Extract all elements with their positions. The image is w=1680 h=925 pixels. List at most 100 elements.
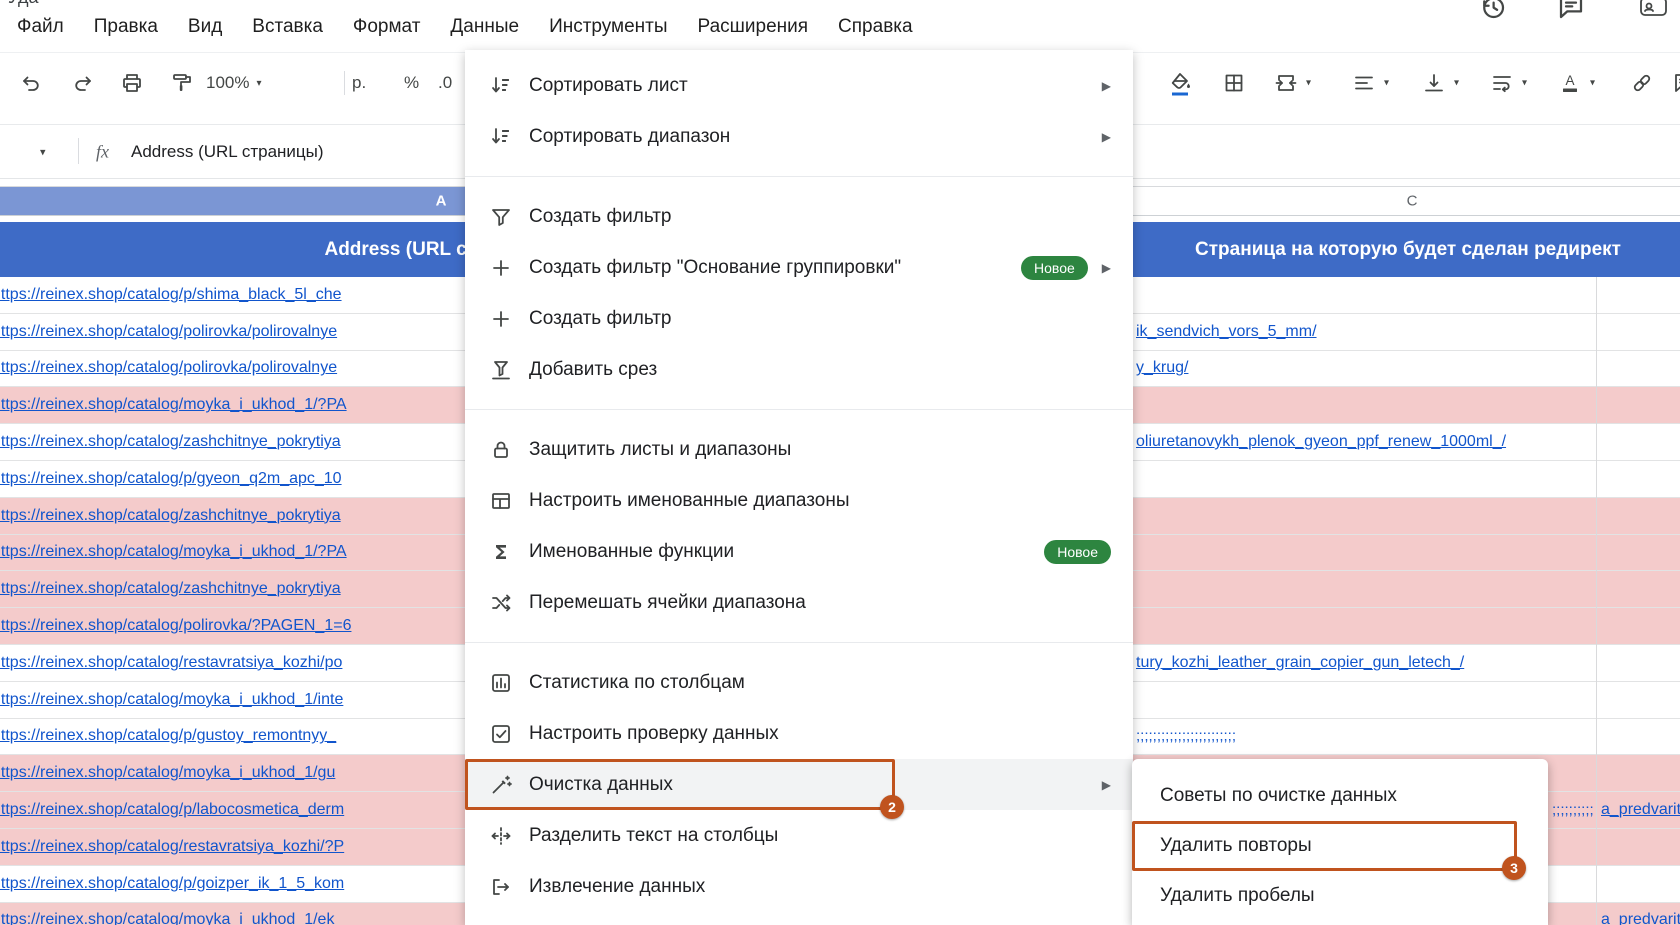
menu-item[interactable]: Защитить листы и диапазоны xyxy=(465,424,1133,475)
version-history-icon[interactable] xyxy=(1478,0,1514,28)
undo-icon[interactable] xyxy=(12,63,52,103)
menubar-item-5[interactable]: Данные xyxy=(435,8,534,46)
plus-icon xyxy=(489,256,515,280)
menu-divider xyxy=(465,642,1133,643)
menu-item[interactable]: Создать фильтр xyxy=(465,191,1133,242)
menu-item[interactable]: Сортировать лист ▶ xyxy=(465,60,1133,111)
zoom-value: 100% xyxy=(206,73,250,92)
redirect-cell[interactable]: ;;;;;;;;;; xyxy=(1552,802,1594,819)
redirect-cell[interactable]: ik_sendvich_vors_5_mm/ xyxy=(1136,323,1317,341)
menu-item[interactable]: Настроить именованные диапазоны xyxy=(465,475,1133,526)
svg-text:A: A xyxy=(1565,73,1574,88)
new-badge: Новое xyxy=(1021,255,1088,280)
submenu-arrow-icon: ▶ xyxy=(1101,777,1111,792)
menu-item[interactable]: Создать фильтр "Основание группировки" Но… xyxy=(465,242,1133,293)
url-cell-link[interactable]: https://reinex.shop/catalog/moyka_i_ukho… xyxy=(0,543,347,561)
menubar-item-4[interactable]: Формат xyxy=(338,8,436,46)
menu-item[interactable]: Разделить текст на столбцы xyxy=(465,810,1133,861)
url-cell-link[interactable]: https://reinex.shop/catalog/zashchitnye_… xyxy=(0,433,341,451)
menu-item[interactable]: Статистика по столбцам xyxy=(465,657,1133,708)
halign-caret-icon[interactable]: ▾ xyxy=(1384,78,1389,89)
borders-icon[interactable] xyxy=(1214,63,1254,103)
url-cell-link[interactable]: https://reinex.shop/catalog/restavratsiy… xyxy=(0,654,342,672)
valign-caret-icon[interactable]: ▾ xyxy=(1454,78,1459,89)
decrease-decimal-button[interactable]: .0 xyxy=(438,63,452,103)
submenu-item[interactable]: Удалить пробелы xyxy=(1132,871,1548,921)
menu-item[interactable]: Перемешать ячейки диапазона xyxy=(465,577,1133,628)
horizontal-align-icon[interactable] xyxy=(1344,63,1384,103)
redirect-cell[interactable]: oliuretanovykh_plenok_gyeon_ppf_renew_10… xyxy=(1136,433,1506,451)
url-cell-link[interactable]: https://reinex.shop/catalog/p/gyeon_q2m_… xyxy=(0,470,342,488)
url-cell-link[interactable]: https://reinex.shop/catalog/moyka_i_ukho… xyxy=(0,691,343,709)
vertical-align-icon[interactable] xyxy=(1414,63,1454,103)
url-cell-link[interactable]: https://reinex.shop/catalog/moyka_i_ukho… xyxy=(0,911,334,925)
menu-item[interactable]: Очистка данных ▶ 2 xyxy=(465,759,1133,819)
url-cell-link[interactable]: https://reinex.shop/catalog/zashchitnye_… xyxy=(0,580,341,598)
merge-caret-icon[interactable]: ▾ xyxy=(1306,78,1311,89)
currency-format-button[interactable]: р. xyxy=(352,63,366,103)
print-icon[interactable] xyxy=(112,63,152,103)
url-cell-link[interactable]: https://reinex.shop/catalog/zashchitnye_… xyxy=(0,507,341,525)
menu-item[interactable]: Добавить срез xyxy=(465,344,1133,395)
menubar-item-6[interactable]: Инструменты xyxy=(534,8,682,46)
wrap-caret-icon[interactable]: ▾ xyxy=(1522,78,1527,89)
fill-color-icon[interactable] xyxy=(1160,63,1200,103)
column-header-a[interactable]: A xyxy=(0,187,466,215)
url-cell-link[interactable]: https://reinex.shop/catalog/p/goizper_ik… xyxy=(0,875,344,893)
overflow-cell-link[interactable]: a_predvaritel xyxy=(1601,801,1680,819)
shuffle-icon xyxy=(489,591,515,615)
redirect-cell[interactable]: y_krug/ xyxy=(1136,359,1188,377)
url-cell-link[interactable]: https://reinex.shop/catalog/restavratsiy… xyxy=(0,838,344,856)
menu-item[interactable]: Извлечение данных xyxy=(465,861,1133,912)
menu-item-label: Настроить именованные диапазоны xyxy=(529,489,850,511)
redirect-cell[interactable]: tury_kozhi_leather_grain_copier_gun_lete… xyxy=(1136,654,1464,672)
merge-cells-icon[interactable] xyxy=(1266,63,1306,103)
insert-link-icon[interactable] xyxy=(1622,63,1662,103)
menu-item[interactable]: Создать фильтр xyxy=(465,293,1133,344)
menubar-item-0[interactable]: Файл xyxy=(2,8,79,46)
overflow-cell-link[interactable]: a_predvaritel xyxy=(1601,911,1680,925)
header-cell-c[interactable]: Страница на которую будет сделан редирек… xyxy=(1195,239,1621,261)
paint-format-icon[interactable] xyxy=(162,63,202,103)
menubar-item-8[interactable]: Справка xyxy=(823,8,928,46)
name-box-caret-icon[interactable]: ▾ xyxy=(40,145,46,158)
percent-format-button[interactable]: % xyxy=(404,63,419,103)
url-cell-link[interactable]: https://reinex.shop/catalog/moyka_i_ukho… xyxy=(0,764,335,782)
formula-input[interactable]: Address (URL страницы) xyxy=(131,142,324,162)
sort-icon xyxy=(489,74,515,98)
url-cell-link[interactable]: https://reinex.shop/catalog/p/labocosmet… xyxy=(0,801,344,819)
menu-item-label: Создать фильтр "Основание группировки" xyxy=(529,256,902,278)
insert-comment-icon[interactable] xyxy=(1664,63,1680,103)
url-cell-link[interactable]: https://reinex.shop/catalog/polirovka/po… xyxy=(0,359,337,377)
menubar-item-3[interactable]: Вставка xyxy=(237,8,338,46)
column-header-c[interactable]: C xyxy=(1407,193,1418,210)
zoom-control[interactable]: 100% ▾ xyxy=(206,63,262,103)
menubar-item-7[interactable]: Расширения xyxy=(683,8,824,46)
textcolor-caret-icon[interactable]: ▾ xyxy=(1590,78,1595,89)
menu-item-label: Извлечение данных xyxy=(529,875,706,897)
menu-item[interactable]: Настроить проверку данных xyxy=(465,708,1133,759)
comments-icon[interactable] xyxy=(1556,0,1592,28)
menu-item[interactable]: Сортировать диапазон ▶ xyxy=(465,111,1133,162)
url-cell-link[interactable]: https://reinex.shop/catalog/p/gustoy_rem… xyxy=(0,727,336,745)
submenu-arrow-icon: ▶ xyxy=(1101,260,1111,275)
submenu-item[interactable]: Советы по очистке данных xyxy=(1132,771,1548,821)
wand-icon xyxy=(489,773,515,797)
submenu-item[interactable]: Удалить повторы 3 xyxy=(1132,821,1548,880)
share-icon[interactable] xyxy=(1638,0,1674,28)
column-gridline xyxy=(1596,277,1597,925)
extract-icon xyxy=(489,875,515,899)
menu-item[interactable]: Именованные функции Новое xyxy=(465,526,1133,577)
url-cell-link[interactable]: https://reinex.shop/catalog/moyka_i_ukho… xyxy=(0,396,347,414)
redirect-cell[interactable]: ;;;;;;;;;;;;;;;;;;;;;;;; xyxy=(1136,728,1236,745)
menu-item-label: Сортировать диапазон xyxy=(529,125,731,147)
url-cell-link[interactable]: https://reinex.shop/catalog/p/shima_blac… xyxy=(0,286,342,304)
menubar-item-2[interactable]: Вид xyxy=(173,8,237,46)
menu-item-label: Сортировать лист xyxy=(529,74,688,96)
url-cell-link[interactable]: https://reinex.shop/catalog/polirovka/?P… xyxy=(0,617,351,635)
text-color-icon[interactable]: A xyxy=(1550,63,1590,103)
url-cell-link[interactable]: https://reinex.shop/catalog/polirovka/po… xyxy=(0,323,337,341)
redo-icon[interactable] xyxy=(62,63,102,103)
text-wrap-icon[interactable] xyxy=(1482,63,1522,103)
menubar-item-1[interactable]: Правка xyxy=(79,8,173,46)
